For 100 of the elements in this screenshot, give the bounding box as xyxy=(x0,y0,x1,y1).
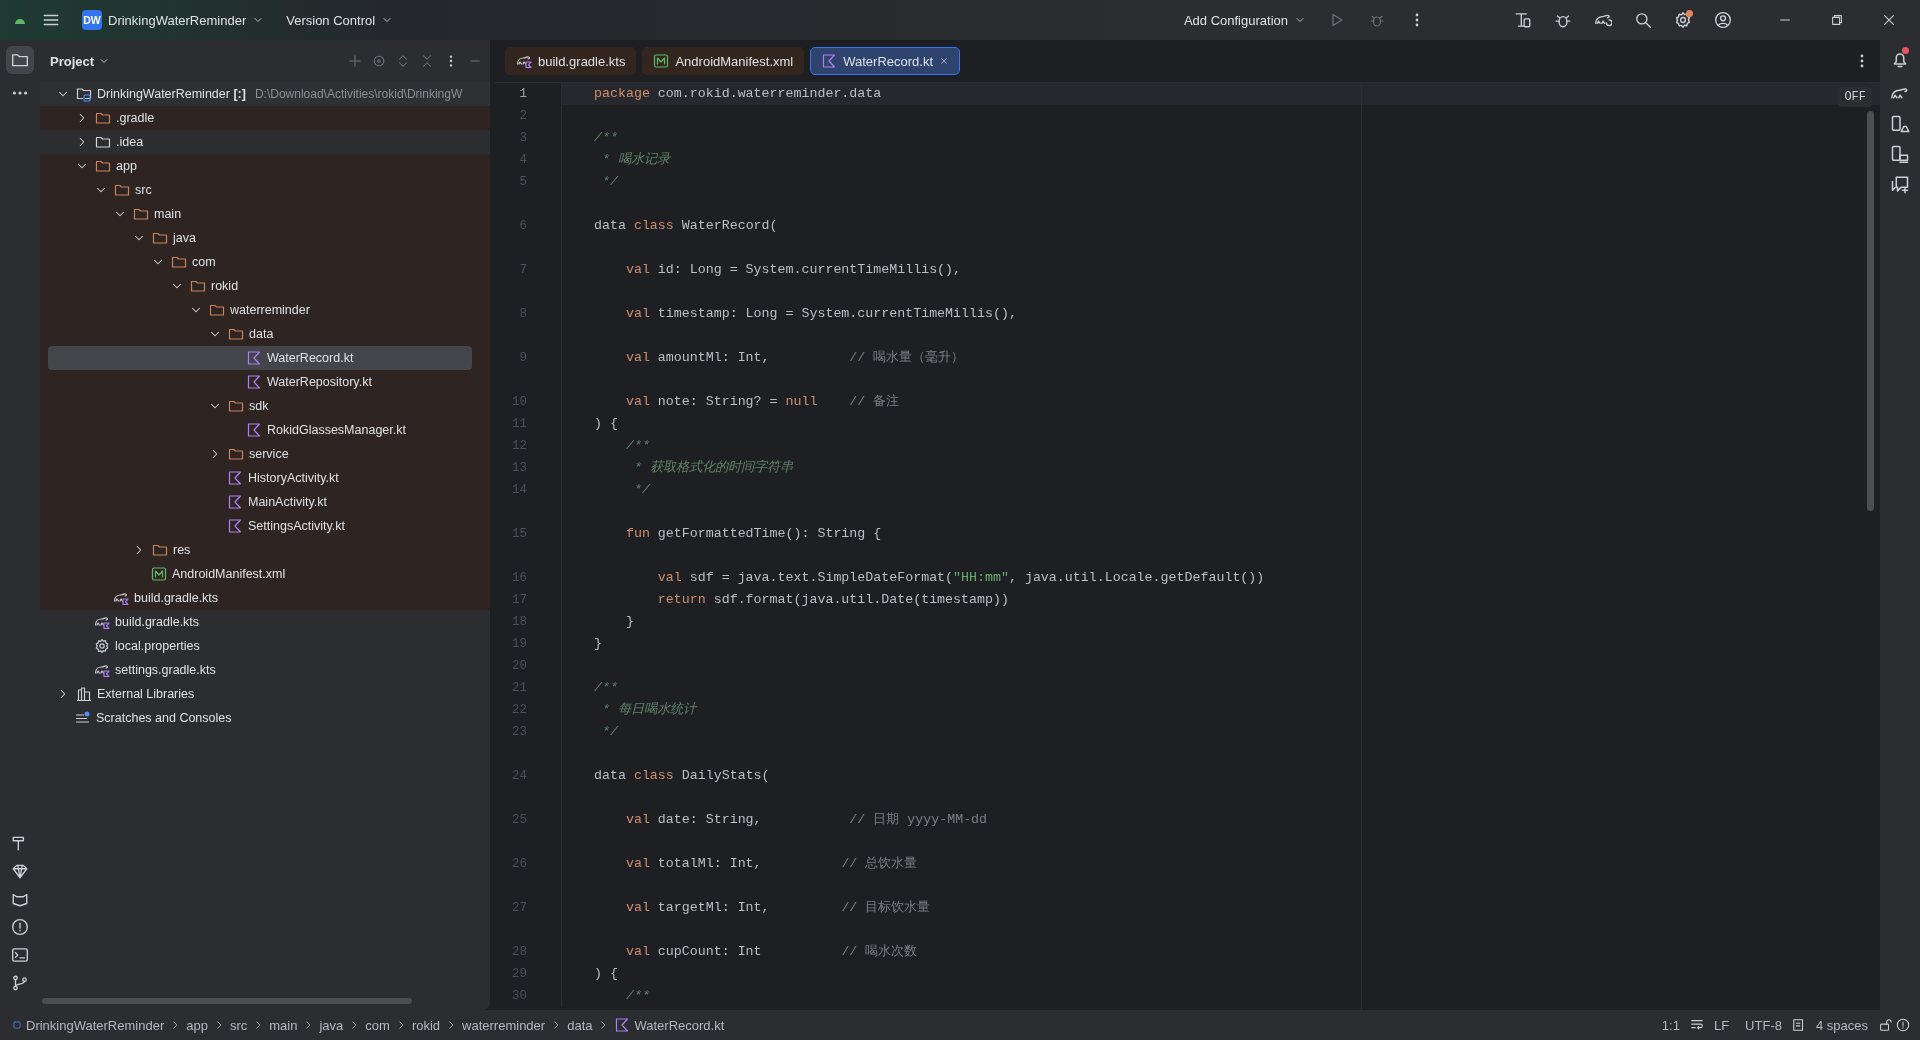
restore-icon[interactable] xyxy=(1830,13,1844,27)
tree-item-label[interactable]: rokid xyxy=(211,279,239,293)
code-line: ) { xyxy=(594,415,618,433)
update-dot xyxy=(1686,10,1693,17)
tree-item-label[interactable]: data xyxy=(249,327,274,341)
breadcrumb[interactable]: app xyxy=(184,1017,210,1033)
tree-item-label[interactable]: .idea xyxy=(116,135,144,149)
selected-tree-item[interactable]: WaterRecord.kt xyxy=(48,346,472,370)
kotlin-file-icon xyxy=(821,53,838,69)
editor-tab[interactable]: WaterRecord.kt xyxy=(810,47,961,75)
code-line: */ xyxy=(600,723,618,741)
line-separator[interactable]: LF xyxy=(1707,1017,1736,1033)
chat-add-icon[interactable] xyxy=(1890,174,1910,194)
git-branch-icon[interactable] xyxy=(11,974,29,992)
code-line: data class WaterRecord( xyxy=(594,217,778,235)
tree-item-label[interactable]: AndroidManifest.xml xyxy=(172,567,286,581)
gradle-file-icon xyxy=(113,590,129,606)
tree-item-label[interactable]: com xyxy=(192,255,216,269)
module-folder-icon xyxy=(76,86,92,102)
tree-item-label[interactable]: service xyxy=(249,447,289,461)
problems-icon[interactable] xyxy=(11,918,29,936)
tree-item-label[interactable]: app xyxy=(116,159,137,173)
tree-item-label[interactable]: waterreminder xyxy=(230,303,310,317)
tree-item-label[interactable]: java xyxy=(173,231,196,245)
code-line: return sdf.format(java.util.Date(timestamp)) xyxy=(656,591,1009,609)
scrollbar[interactable] xyxy=(1867,111,1874,511)
folder-icon xyxy=(95,158,111,174)
scrollbar[interactable] xyxy=(42,998,412,1004)
device-manager-icon[interactable] xyxy=(1514,11,1532,29)
breadcrumb[interactable]: waterreminder xyxy=(460,1017,548,1033)
breadcrumb[interactable]: com xyxy=(363,1017,392,1033)
gear-icon xyxy=(94,638,110,654)
tree-item-label[interactable]: build.gradle.kts xyxy=(134,591,219,605)
tree-item-label[interactable]: sdk xyxy=(249,399,269,413)
tree-item-label[interactable]: res xyxy=(173,543,191,557)
terminal-icon[interactable] xyxy=(11,946,29,964)
tree-item-label[interactable]: HistoryActivity.kt xyxy=(248,471,339,485)
tree-item-label[interactable]: build.gradle.kts xyxy=(115,615,200,629)
code-line: val targetMl: Int, // 目标饮水量 xyxy=(624,899,931,917)
breadcrumb[interactable]: data xyxy=(565,1017,595,1033)
tree-item-label[interactable]: RokidGlassesManager.kt xyxy=(267,423,406,437)
tree-item-label[interactable]: MainActivity.kt xyxy=(248,495,327,509)
device-icon[interactable] xyxy=(1890,114,1910,134)
tree-item-label[interactable]: WaterRepository.kt xyxy=(267,375,372,389)
tree-item-label[interactable]: local.properties xyxy=(115,639,200,653)
account-icon[interactable] xyxy=(1714,11,1732,29)
breadcrumb[interactable]: DrinkingWaterReminder xyxy=(10,1017,167,1033)
tree-item-label[interactable]: SettingsActivity.kt xyxy=(248,519,346,533)
unlock-icon[interactable] xyxy=(1878,1018,1892,1032)
kotlin-file-icon xyxy=(246,374,262,390)
folder-icon xyxy=(152,230,168,246)
caret-position[interactable]: 1:1 xyxy=(1655,1017,1686,1033)
code-line: /** xyxy=(624,437,650,455)
file-encoding[interactable]: UTF-8 xyxy=(1739,1017,1788,1033)
tree-item-label[interactable]: src xyxy=(135,183,152,197)
device-mirror-icon[interactable] xyxy=(1890,144,1910,164)
collapse-all-icon[interactable] xyxy=(420,54,434,68)
breadcrumb[interactable]: rokid xyxy=(409,1017,443,1033)
run-configuration-selector[interactable]: Add Configuration xyxy=(1175,6,1314,34)
version-control-menu[interactable]: Version Control xyxy=(278,6,402,34)
breadcrumb[interactable]: WaterRecord.kt xyxy=(612,1017,727,1033)
manifest-file-icon xyxy=(653,53,670,69)
gradle-file-icon xyxy=(94,614,110,630)
tree-item-label[interactable]: DrinkingWaterReminder [:] xyxy=(97,87,246,101)
tree-item-label[interactable]: .gradle xyxy=(116,111,155,125)
code-line: val sdf = java.text.SimpleDateFormat("HH:mm", java.util.Locale.getDefault()) xyxy=(656,569,1265,587)
code-line: /** xyxy=(594,679,618,697)
code-line: * 喝水记录 xyxy=(600,151,670,169)
tree-item-label[interactable]: settings.gradle.kts xyxy=(115,663,216,677)
panel-title[interactable]: Project xyxy=(50,53,95,69)
breadcrumb[interactable]: src xyxy=(227,1017,250,1033)
breadcrumb[interactable]: java xyxy=(317,1017,346,1033)
gem-icon[interactable] xyxy=(11,862,29,880)
settings-icon[interactable] xyxy=(1674,11,1692,29)
breadcrumb[interactable]: main xyxy=(267,1017,300,1033)
indent-icon[interactable] xyxy=(1791,1018,1806,1032)
run-icon[interactable] xyxy=(1329,12,1345,28)
soft-wrap-icon[interactable] xyxy=(1689,1018,1704,1032)
code-line: package com.rokid.waterreminder.data xyxy=(594,85,882,103)
tree-item-label[interactable]: Scratches and Consoles xyxy=(96,711,232,725)
problems-icon[interactable] xyxy=(1896,1018,1910,1032)
tree-item-label[interactable]: main xyxy=(154,207,182,221)
close-icon[interactable] xyxy=(1882,13,1896,27)
tree-item-label[interactable]: External Libraries xyxy=(97,687,195,701)
project-selector[interactable]: DW DrinkingWaterReminder xyxy=(74,4,273,36)
inspection-badge[interactable]: OFF xyxy=(1838,87,1872,107)
editor-tab[interactable]: AndroidManifest.xml xyxy=(642,47,805,75)
project-tool-button[interactable] xyxy=(6,46,34,74)
search-icon[interactable] xyxy=(1634,11,1652,29)
code-line: * 每日喝水统计 xyxy=(600,701,696,719)
tree-item-label[interactable]: WaterRecord.kt xyxy=(267,351,354,365)
indent-setting[interactable]: 4 spaces xyxy=(1809,1017,1874,1033)
editor-tab[interactable]: build.gradle.kts xyxy=(505,47,637,75)
locate-icon[interactable] xyxy=(372,54,386,68)
close-icon[interactable] xyxy=(939,56,950,66)
folder-icon xyxy=(228,326,244,342)
expand-all-icon[interactable] xyxy=(396,54,410,68)
code-line: fun getFormattedTime(): String { xyxy=(624,525,882,543)
project-badge: DW xyxy=(82,10,102,30)
code-line: val date: String, // 日期 yyyy-MM-dd xyxy=(624,811,988,829)
